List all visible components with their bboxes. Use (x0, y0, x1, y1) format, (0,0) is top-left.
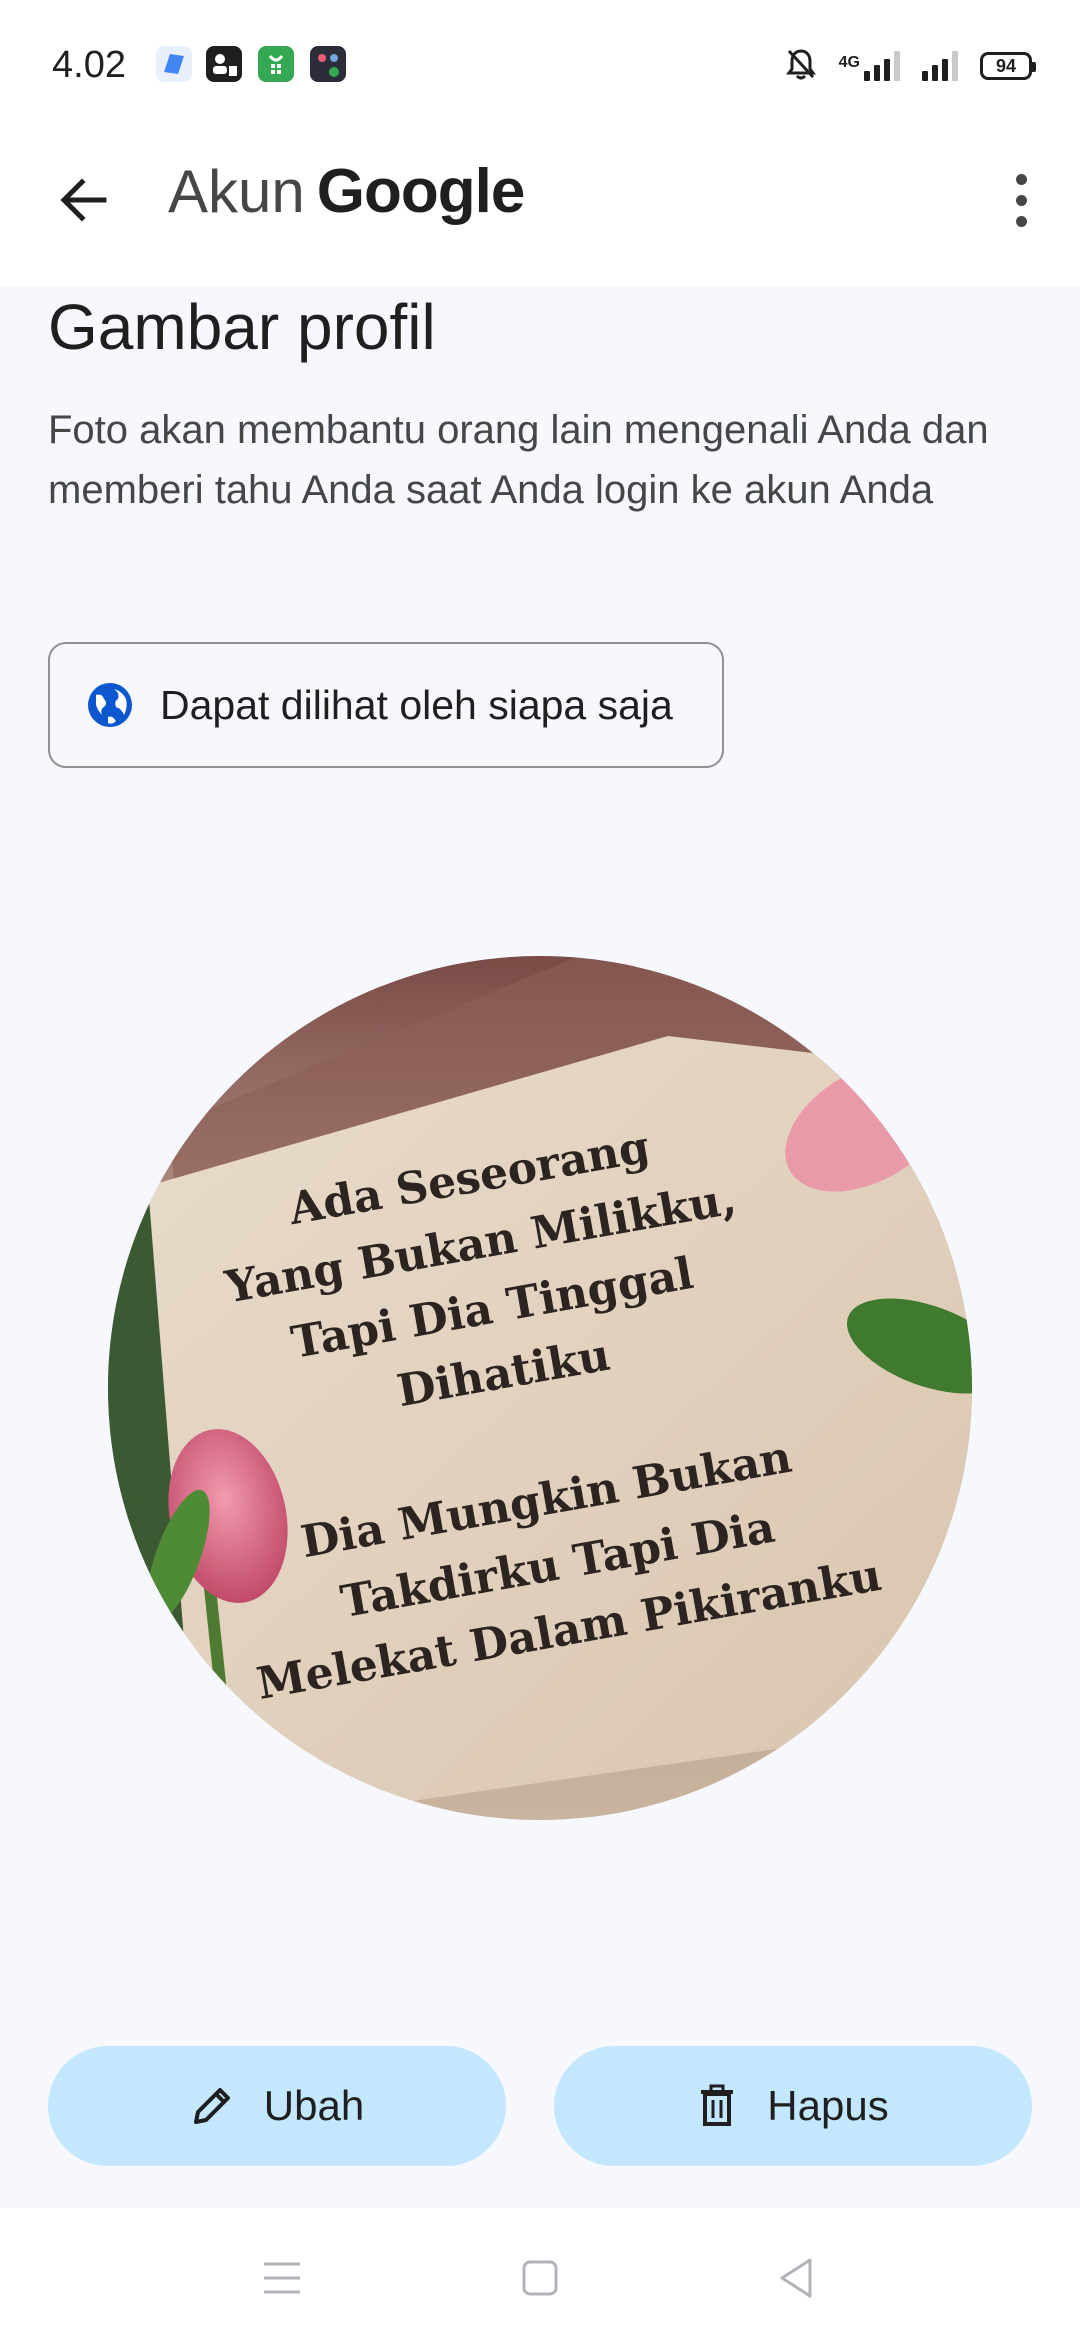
google-wordmark: Google (316, 157, 526, 226)
app-notification-icon (156, 46, 192, 82)
network-type-label: 4G (838, 54, 860, 71)
nav-back-button[interactable] (766, 2248, 826, 2308)
back-button[interactable] (44, 160, 124, 240)
more-vert-icon-dot (1015, 215, 1027, 227)
nav-home-button[interactable] (510, 2248, 570, 2308)
signal-bars-icon (864, 51, 900, 81)
signal-bars-secondary-icon (922, 51, 958, 81)
visibility-label: Dapat dilihat oleh siapa saja (160, 681, 673, 728)
app-title: Akun Google (168, 156, 526, 236)
contact-card-icon (206, 46, 242, 82)
app-bar: Akun Google (0, 130, 1080, 286)
battery-level: 94 (995, 55, 1017, 76)
back-triangle-icon (780, 2258, 812, 2298)
trash-icon (701, 2084, 734, 2126)
edit-label: Ubah (263, 2082, 365, 2129)
mobile-signal-4g: 4G (839, 51, 900, 81)
more-vert-icon-dot (1015, 194, 1027, 206)
more-vert-icon-dot (1015, 173, 1027, 185)
battery-icon: 94 (980, 52, 1036, 80)
more-options-button[interactable] (986, 160, 1056, 240)
menu-icon (264, 2262, 300, 2294)
status-bar: 4.02 4G 94 (0, 0, 1080, 130)
chat-app-icon (310, 46, 346, 82)
profile-picture: Ada Seseorang Yang Bukan Milikku, Tapi D… (108, 956, 972, 1820)
delete-label: Hapus (767, 2082, 889, 2129)
store-icon (258, 46, 294, 82)
visibility-button[interactable]: Dapat dilihat oleh siapa saja (48, 642, 724, 768)
edit-button[interactable]: Ubah (48, 2046, 506, 2166)
page-title: Gambar profil (48, 291, 436, 363)
status-time: 4.02 (52, 44, 126, 86)
home-square-icon (522, 2260, 558, 2296)
pencil-icon (193, 2088, 230, 2124)
nav-menu-button[interactable] (252, 2248, 312, 2308)
globe-icon (88, 683, 132, 727)
delete-button[interactable]: Hapus (554, 2046, 1032, 2166)
arrow-back-icon (60, 178, 107, 222)
notifications-muted-icon (785, 47, 817, 86)
app-title-prefix: Akun (168, 158, 305, 225)
system-nav-bar (0, 2208, 1080, 2340)
page-description: Foto akan membantu orang lain mengenali … (48, 408, 989, 512)
